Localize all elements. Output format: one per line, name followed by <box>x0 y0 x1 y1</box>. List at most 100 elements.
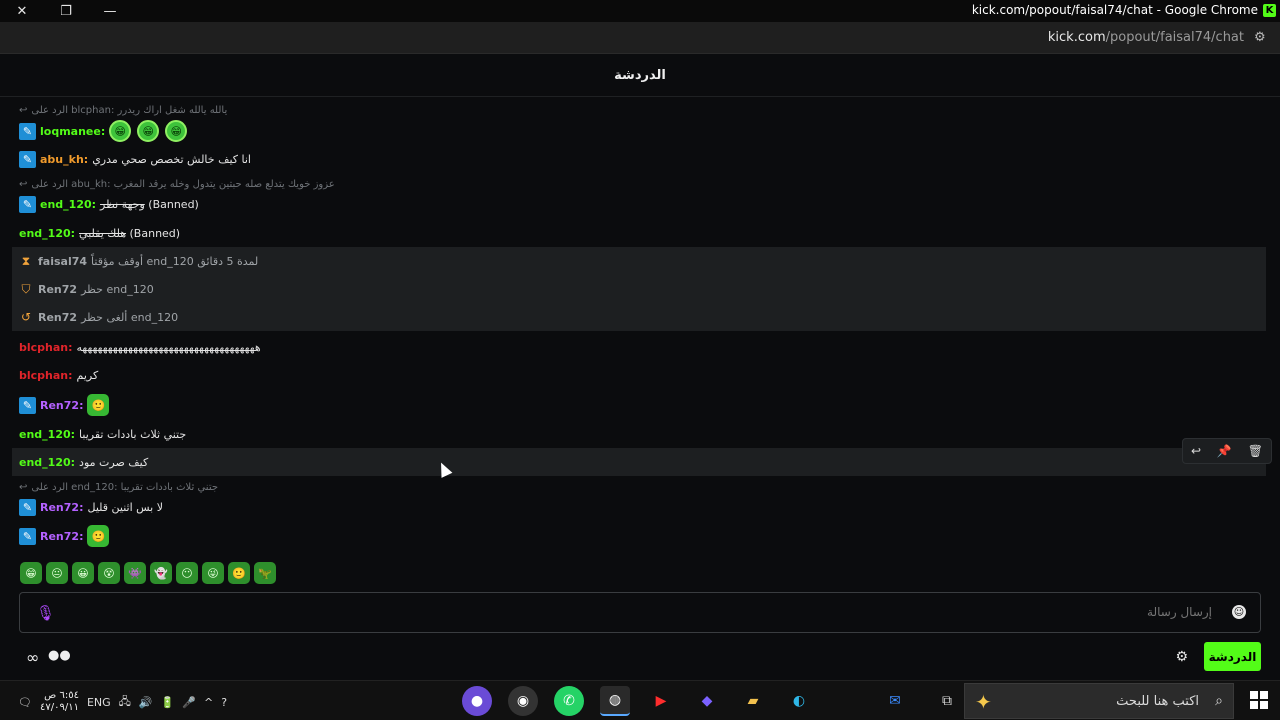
edge-icon[interactable]: ◐ <box>784 686 814 716</box>
volume-icon[interactable]: 🔊 <box>139 696 153 709</box>
chat-message[interactable]: ✎ Ren72: 🙂 <box>12 391 1266 419</box>
emote-icon[interactable]: 😀 <box>72 562 94 584</box>
whatsapp-icon[interactable]: ✆ <box>554 686 584 716</box>
emote-icon[interactable]: 🙂 <box>228 562 250 584</box>
username[interactable]: end_120: <box>19 456 75 469</box>
emote-icon[interactable]: 😜 <box>202 562 224 584</box>
username[interactable]: Ren72: <box>40 399 83 412</box>
microsoft365-icon[interactable]: ◆ <box>692 686 722 716</box>
file-explorer-icon[interactable]: ▰ <box>738 686 768 716</box>
emote-icon[interactable]: 🙂 <box>87 394 110 416</box>
language-indicator[interactable]: ENG <box>87 696 111 709</box>
help-icon[interactable]: ? <box>221 696 227 709</box>
reply-context[interactable]: ↩ الرد على abu_kh: عزوز خويك يتدلع صله ح… <box>19 179 335 190</box>
mod-action-ban: ⛉ Ren72 حظر end_120 <box>12 275 1266 303</box>
emote-icon[interactable]: 😵 <box>98 562 120 584</box>
username[interactable]: faisal74 <box>38 255 87 268</box>
moderator-badge-icon: ✎ <box>19 122 36 140</box>
windows-start-icon[interactable] <box>1250 691 1268 709</box>
outlook-icon[interactable]: ✉ <box>880 686 910 716</box>
reply-icon[interactable]: ↩ <box>1191 444 1201 458</box>
emote-icon[interactable]: 😶 <box>176 562 198 584</box>
taskbar-search[interactable]: ✦ اكتب هنا للبحث ⌕ <box>964 683 1234 719</box>
notification-icon[interactable]: 🗨 <box>18 696 32 709</box>
emote-icon[interactable]: 🙂 <box>87 525 110 547</box>
username[interactable]: Ren72: <box>40 530 83 543</box>
moderator-badge-icon: ✎ <box>19 150 36 168</box>
banned-label: (Banned) <box>129 226 181 240</box>
chat-message-hovered[interactable]: end_120: كيف صرت مود <box>12 448 1266 476</box>
chat-message[interactable]: end_120: جتني ثلاث باددات تقريبا <box>12 420 1266 448</box>
emote-icon[interactable]: 👻 <box>150 562 172 584</box>
moderator-badge-icon: ✎ <box>19 498 36 516</box>
chat-header-title: الدردشة <box>0 55 1280 97</box>
site-settings-icon[interactable]: ⚙ <box>1254 30 1270 46</box>
clock[interactable]: ٦:٥٤ ص ٤٧/٠٩/١١ <box>40 690 79 714</box>
chat-message[interactable]: blcphan: ههههههههههههههههههههههههههههههه… <box>12 333 1266 361</box>
chat-message[interactable]: end_120: هلك يقلبي (Banned) <box>12 219 1266 247</box>
url-text[interactable]: kick.com/popout/faisal74/chat <box>1048 30 1244 45</box>
youtube-icon[interactable]: ▶ <box>646 686 676 716</box>
close-icon[interactable]: ✕ <box>0 0 44 22</box>
infinity-icon[interactable]: ∞ <box>26 648 39 667</box>
chat-message[interactable]: ✎ end_120: وجهة نظر (Banned) <box>12 190 1266 218</box>
message-text: جتني ثلاث باددات تقريبا <box>79 427 187 441</box>
emote-icon[interactable]: 😁 <box>20 562 42 584</box>
username[interactable]: abu_kh: <box>40 153 88 166</box>
kick-logo-icon: K <box>1263 4 1276 17</box>
app-icon[interactable]: ● <box>462 686 492 716</box>
username[interactable]: blcphan: <box>19 341 73 354</box>
pin-icon[interactable]: 📌 <box>1217 444 1232 458</box>
reply-context[interactable]: ↩ الرد على end_120: جتني ثلاث باددات تقر… <box>19 482 218 493</box>
microphone-icon[interactable]: 🎙 <box>36 604 55 622</box>
emote-icon[interactable]: 😐 <box>46 562 68 584</box>
message-input[interactable] <box>912 605 1212 619</box>
emote-icon[interactable]: 😁 <box>165 120 188 142</box>
banned-label: (Banned) <box>148 197 199 211</box>
reply-context[interactable]: ↩ الرد على blcphan: يالله يالله شغل اراك… <box>19 105 227 116</box>
chrome-icon[interactable]: ◍ <box>600 686 630 716</box>
hourglass-icon: ⧗ <box>21 253 31 268</box>
chat-send-button[interactable]: الدردشة <box>1204 642 1261 671</box>
moderator-badge-icon: ✎ <box>19 396 36 414</box>
username[interactable]: end_120: <box>19 428 75 441</box>
task-view-icon[interactable]: ⧉ <box>932 686 962 716</box>
emote-quick-bar: 😁 😐 😀 😵 👾 👻 😶 😜 🙂 🦖 <box>20 562 276 584</box>
username[interactable]: Ren72: <box>40 501 83 514</box>
username[interactable]: loqmanee: <box>40 125 105 138</box>
emote-icon[interactable]: 😁 <box>109 120 132 142</box>
emote-icon[interactable]: 👾 <box>124 562 146 584</box>
url-bar[interactable]: kick.com/popout/faisal74/chat ⚙ <box>0 22 1280 54</box>
obs-icon[interactable]: ◉ <box>508 686 538 716</box>
message-text: هههههههههههههههههههههههههههههههههههه <box>76 340 261 354</box>
username[interactable]: end_120: <box>19 227 75 240</box>
battery-icon[interactable]: 🔋 <box>161 696 175 709</box>
delete-icon[interactable]: 🗑 <box>1248 444 1263 458</box>
mod-action-timeout: ⧗ faisal74 أوقف مؤقتاً end_120 لمدة 5 دق… <box>12 247 1266 275</box>
chat-message[interactable]: ✎ abu_kh: انا كيف خالش تخصص صحي مدري <box>12 145 1266 173</box>
chat-message[interactable]: ✎ Ren72: 🙂 <box>12 522 1266 550</box>
chevron-up-icon[interactable]: ^ <box>204 696 213 709</box>
chat-message[interactable]: ✎ Ren72: لا بس اثنين قليل <box>12 493 1266 521</box>
username[interactable]: blcphan: <box>19 369 73 382</box>
dots-icon[interactable]: ●● <box>48 648 71 663</box>
username[interactable]: Ren72 <box>38 283 77 296</box>
taskbar-extra: ✉ ⧉ <box>880 686 962 716</box>
username[interactable]: end_120: <box>40 198 96 211</box>
gear-icon[interactable]: ⚙ <box>1175 649 1188 665</box>
chat-message[interactable]: ✎ loqmanee: 😁 😁 😁 <box>12 117 1266 145</box>
microphone-tray-icon[interactable]: 🎤 <box>182 696 196 709</box>
message-input-box[interactable]: 🎙 ☺ <box>19 592 1261 633</box>
network-icon[interactable]: 🖧 <box>119 693 131 712</box>
emote-icon[interactable]: 🦖 <box>254 562 276 584</box>
reply-icon: ↩ <box>19 482 28 493</box>
emote-icon[interactable]: 😁 <box>137 120 160 142</box>
username[interactable]: Ren72 <box>38 311 77 324</box>
emoji-picker-icon[interactable]: ☺ <box>1232 605 1246 619</box>
minimize-icon[interactable]: — <box>88 0 132 22</box>
restore-icon[interactable]: ❐ <box>44 0 88 22</box>
chat-footer: ∞ ●● ⚙ الدردشة <box>0 640 1280 680</box>
undo-icon: ↺ <box>20 310 32 324</box>
window-titlebar: ✕ ❐ — kick.com/popout/faisal74/chat - Go… <box>0 0 1280 22</box>
chat-message[interactable]: blcphan: كريم <box>12 361 1266 389</box>
